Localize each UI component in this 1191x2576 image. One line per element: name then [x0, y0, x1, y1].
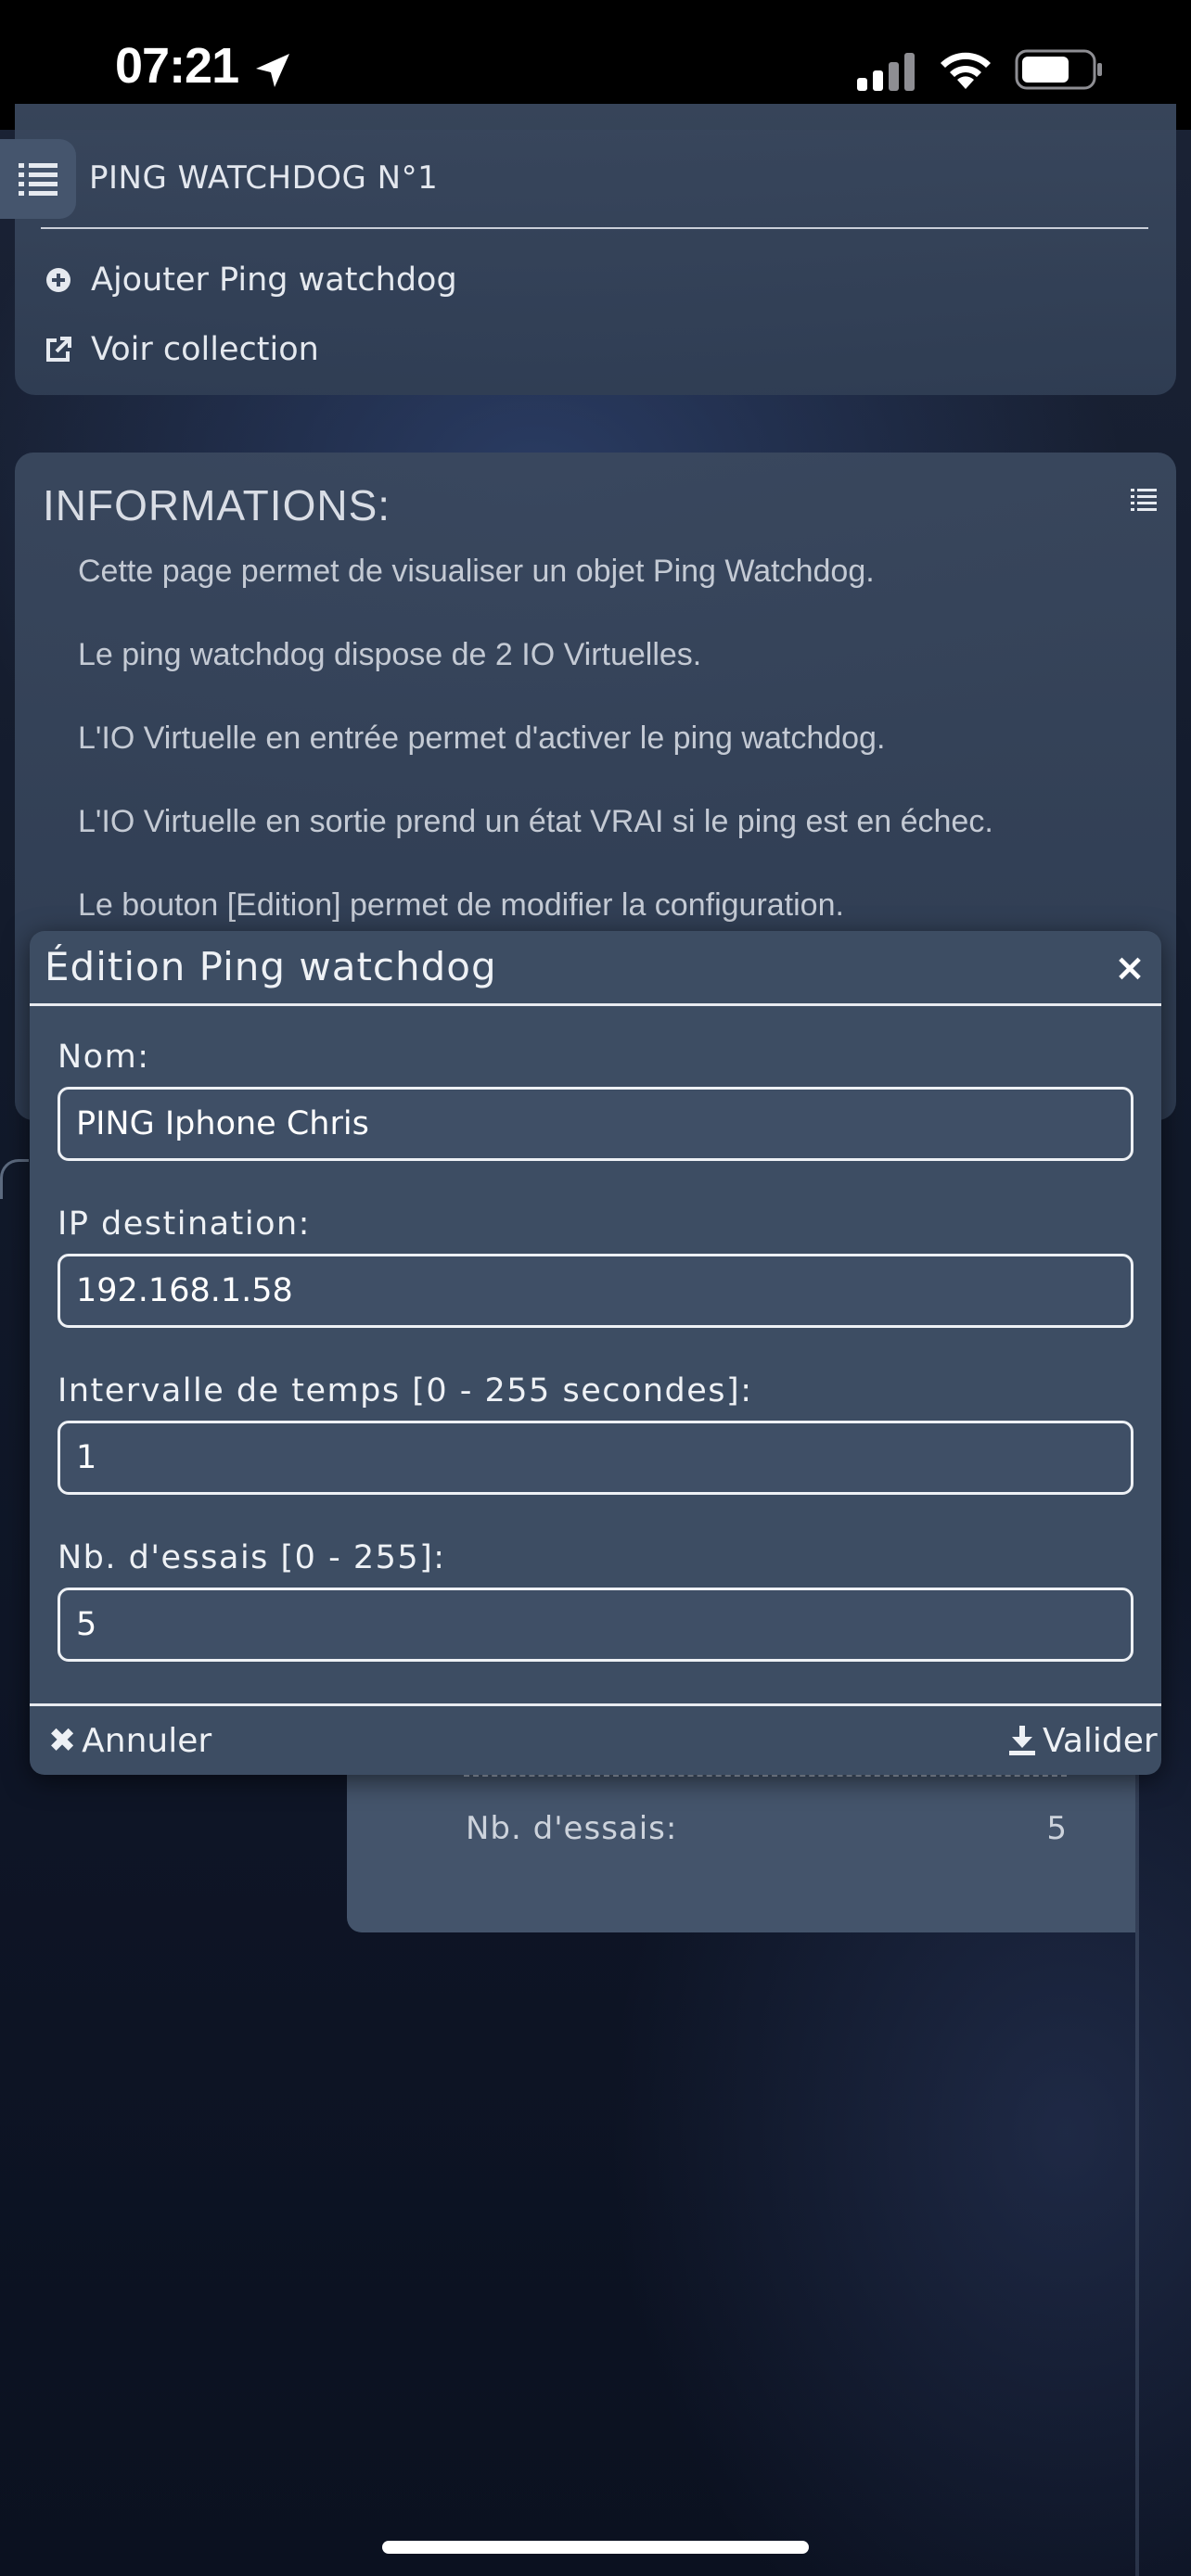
- add-ping-watchdog-label: Ajouter Ping watchdog: [91, 261, 457, 299]
- ip-destination-label: IP destination:: [58, 1205, 311, 1243]
- submit-label: Valider: [1043, 1721, 1158, 1760]
- info-line: Le ping watchdog dispose de 2 IO Virtuel…: [78, 637, 702, 672]
- tries-value: 5: [1046, 1810, 1067, 1847]
- header-divider: [41, 227, 1148, 229]
- cancel-label: Annuler: [82, 1721, 212, 1760]
- modal-title: Édition Ping watchdog: [45, 944, 497, 989]
- status-time: 07:21: [115, 38, 239, 94]
- tries-input[interactable]: [58, 1588, 1133, 1662]
- close-icon[interactable]: ×: [1111, 950, 1148, 987]
- name-label: Nom:: [58, 1039, 150, 1076]
- info-line: L'IO Virtuelle en entrée permet d'active…: [78, 721, 886, 756]
- home-indicator[interactable]: [382, 2541, 809, 2554]
- info-line: Le bouton [Edition] permet de modifier l…: [78, 887, 844, 923]
- ip-destination-input[interactable]: [58, 1254, 1133, 1328]
- external-link-icon: [46, 337, 71, 362]
- info-line: L'IO Virtuelle en sortie prend un état V…: [78, 804, 993, 839]
- location-arrow-icon: [256, 54, 289, 87]
- informations-title: INFORMATIONS:: [43, 481, 391, 529]
- cellular-signal-icon: [857, 53, 915, 91]
- name-input[interactable]: [58, 1087, 1133, 1161]
- add-ping-watchdog-link[interactable]: Ajouter Ping watchdog: [45, 257, 457, 303]
- view-collection-link[interactable]: Voir collection: [45, 326, 319, 373]
- interval-label: Intervalle de temps [0 - 255 secondes]:: [58, 1372, 753, 1409]
- info-line: Cette page permet de visualiser un objet…: [78, 554, 875, 589]
- background-panel-edge: [0, 1159, 29, 1199]
- details-divider: [464, 1775, 1067, 1777]
- interval-input[interactable]: [58, 1421, 1133, 1495]
- modal-header-divider: [30, 1003, 1161, 1006]
- list-icon[interactable]: [1130, 486, 1158, 514]
- cancel-button[interactable]: ✖ Annuler: [48, 1717, 211, 1764]
- cancel-icon: ✖: [48, 1721, 77, 1760]
- page-title: PING WATCHDOG N°1: [89, 159, 439, 197]
- submit-button[interactable]: Valider: [1009, 1717, 1158, 1764]
- wifi-icon: [941, 52, 991, 89]
- list-icon: [19, 163, 58, 196]
- tries-field-label: Nb. d'essais [0 - 255]:: [58, 1539, 446, 1576]
- download-icon: [1009, 1726, 1035, 1755]
- modal-footer-divider: [30, 1703, 1161, 1706]
- menu-toggle-button[interactable]: [0, 139, 76, 219]
- plus-circle-icon: [46, 268, 70, 292]
- view-collection-label: Voir collection: [91, 331, 319, 368]
- battery-icon: [1015, 49, 1102, 90]
- tries-label: Nb. d'essais:: [466, 1810, 678, 1847]
